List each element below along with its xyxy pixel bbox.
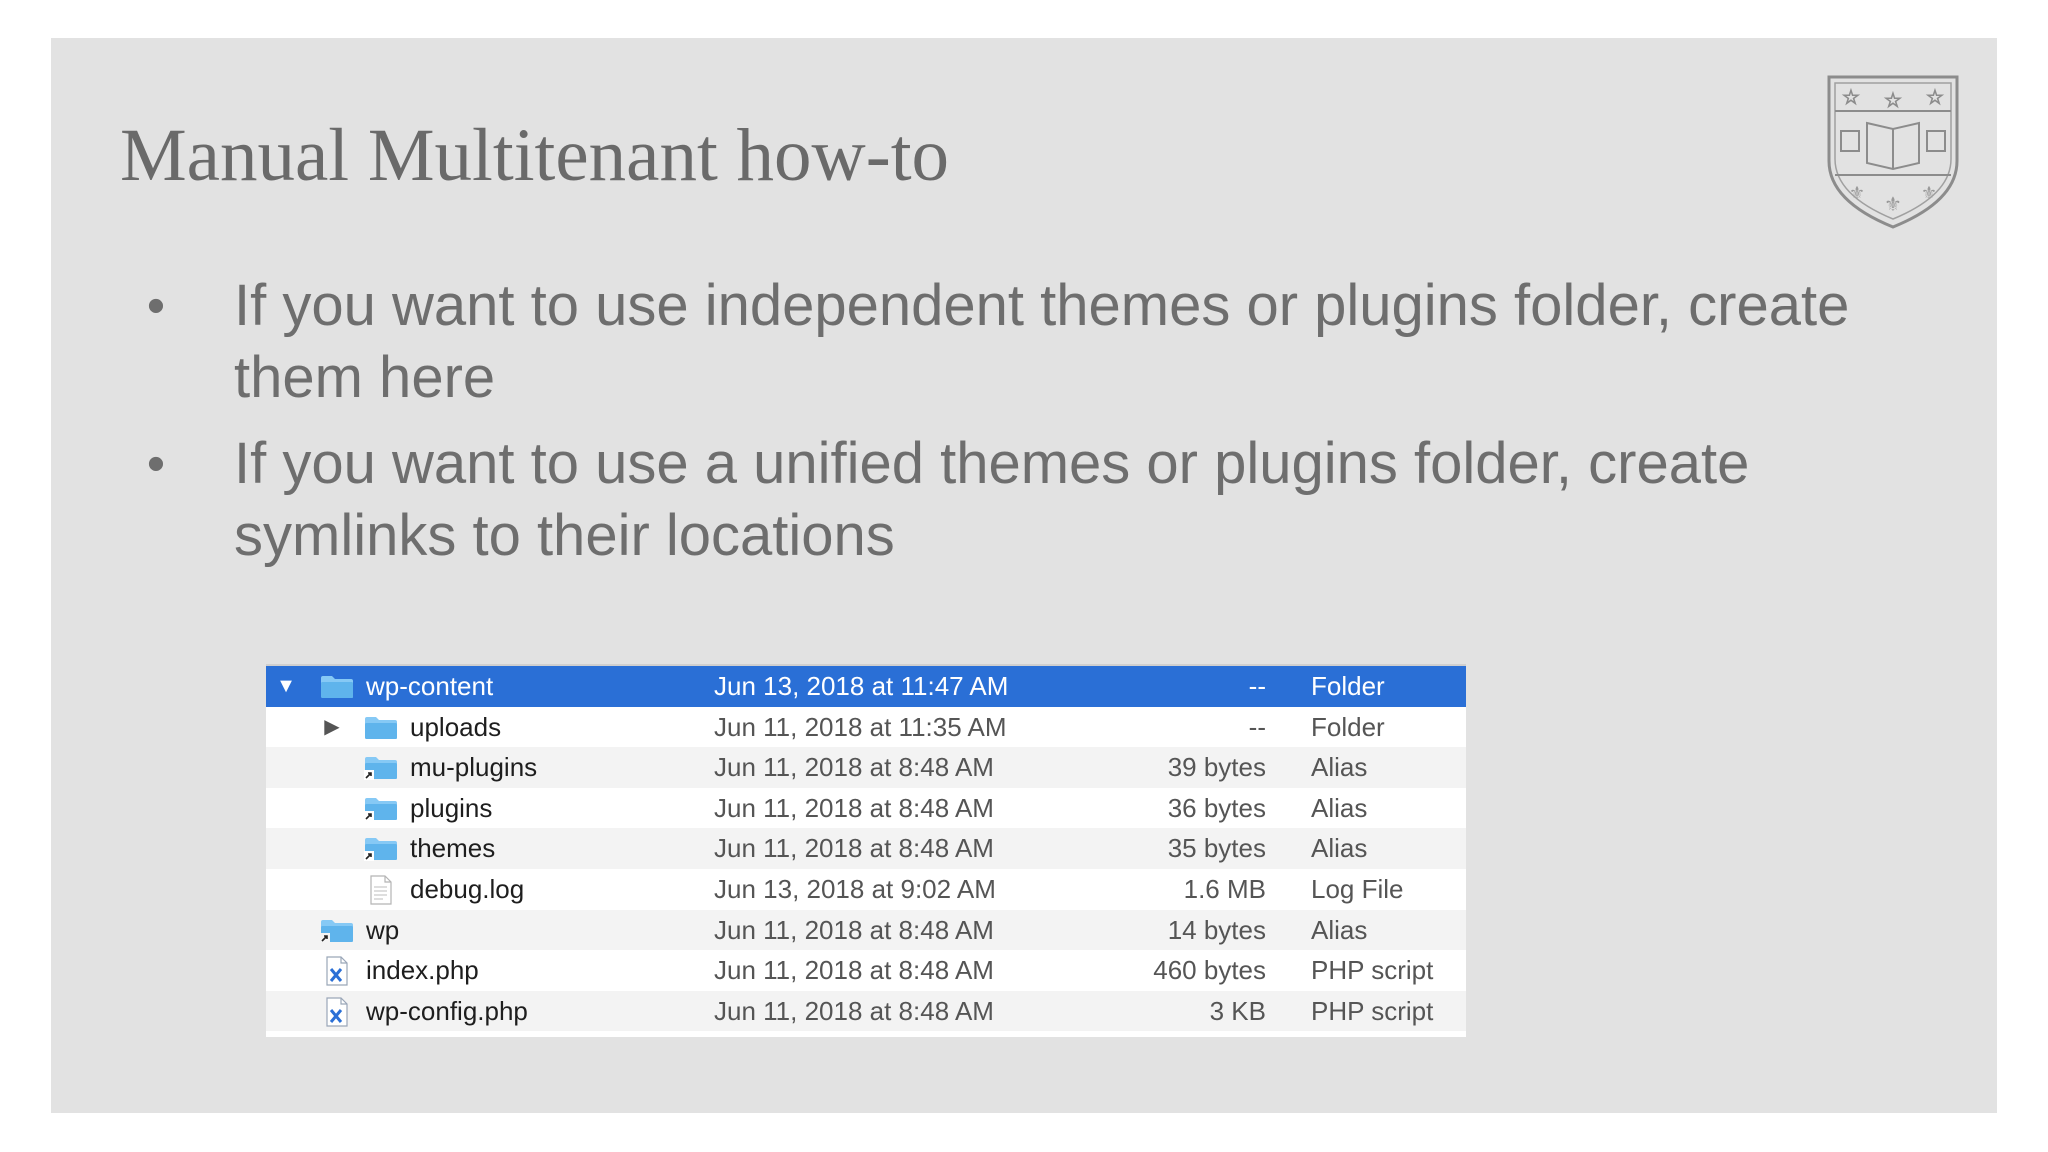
file-size: 36 bytes [1167,792,1266,823]
file-name: debug.log [410,873,525,904]
bullet-text: If you want to use a unified themes or p… [234,431,1750,568]
file-kind: Alias [1311,914,1368,945]
folder-alias-icon [320,919,353,943]
svg-text:☆: ☆ [1842,85,1860,109]
finder-row-index-php[interactable]: index.php Jun 11, 2018 at 8:48 AM 460 by… [266,950,1466,991]
document-icon [370,875,392,905]
folder-icon [321,676,353,698]
finder-row-uploads[interactable]: ▶ uploads Jun 11, 2018 at 11:35 AM -- Fo… [266,706,1466,748]
file-kind: Folder [1311,671,1385,701]
file-name: wp-content [366,671,494,701]
file-kind: Folder [1311,711,1385,742]
bullet-list: • If you want to use independent themes … [126,270,1946,586]
folder-alias-icon [364,838,397,862]
bullet-marker: • [146,277,166,335]
bullet-text: If you want to use independent themes or… [234,273,1850,410]
finder-row-plugins[interactable]: plugins Jun 11, 2018 at 8:48 AM 36 bytes… [266,787,1466,829]
file-size: 14 bytes [1167,914,1266,945]
file-size: 39 bytes [1167,752,1266,783]
finder-row-wp-content[interactable]: ▼ wp-content Jun 13, 2018 at 11:47 AM --… [266,666,1466,707]
date-modified: Jun 13, 2018 at 11:47 AM [714,671,1009,701]
file-name: mu-plugins [410,752,538,783]
finder-row-wp-config-php[interactable]: wp-config.php Jun 11, 2018 at 8:48 AM 3 … [266,990,1466,1032]
file-size: 1.6 MB [1183,873,1266,904]
file-size: -- [1248,711,1266,742]
finder-row-wp[interactable]: wp Jun 11, 2018 at 8:48 AM 14 bytes Alia… [266,909,1466,951]
file-kind: Alias [1311,752,1368,783]
slide-title: Manual Multitenant how-to [120,114,950,197]
php-file-icon [326,956,348,986]
finder-row-debug-log[interactable]: debug.log Jun 13, 2018 at 9:02 AM 1.6 MB… [266,868,1466,910]
folder-alias-icon [364,797,397,821]
university-crest-logo: ☆ ☆ ☆ ⚜ ⚜ ⚜ [1827,75,1959,229]
file-name: wp-config.php [366,995,528,1026]
php-file-icon [326,997,348,1027]
file-size: 35 bytes [1167,833,1266,864]
file-name: wp [366,914,400,945]
finder-row-themes[interactable]: themes Jun 11, 2018 at 8:48 AM 35 bytes … [266,828,1466,869]
file-size: 460 bytes [1153,955,1266,986]
file-name: themes [410,833,496,864]
disclosure-triangle-collapsed-icon[interactable]: ▶ [320,707,344,748]
svg-text:⚜: ⚜ [1884,192,1902,216]
svg-text:⚜: ⚜ [1849,183,1865,204]
date-modified: Jun 11, 2018 at 8:48 AM [714,995,994,1026]
file-kind: Alias [1311,833,1368,864]
svg-text:⚜: ⚜ [1921,183,1937,204]
date-modified: Jun 11, 2018 at 8:48 AM [714,792,994,823]
file-kind: Alias [1311,792,1368,823]
bullet-marker: • [146,435,166,493]
file-size: -- [1248,671,1266,701]
date-modified: Jun 13, 2018 at 9:02 AM [714,873,996,904]
svg-text:☆: ☆ [1884,88,1902,112]
date-modified: Jun 11, 2018 at 8:48 AM [714,752,994,783]
file-kind: PHP script [1311,955,1434,986]
date-modified: Jun 11, 2018 at 8:48 AM [714,955,994,986]
file-name: uploads [410,711,502,742]
bullet-item: • If you want to use a unified themes or… [126,428,1946,572]
finder-row-mu-plugins[interactable]: mu-plugins Jun 11, 2018 at 8:48 AM 39 by… [266,747,1466,788]
file-name: plugins [410,792,493,823]
date-modified: Jun 11, 2018 at 11:35 AM [714,711,1007,742]
disclosure-triangle-expanded-icon[interactable]: ▼ [274,666,298,707]
file-kind: Log File [1311,873,1404,904]
file-size: 3 KB [1209,995,1266,1026]
bullet-item: • If you want to use independent themes … [126,270,1946,414]
folder-alias-icon [364,757,397,781]
date-modified: Jun 11, 2018 at 8:48 AM [714,833,994,864]
folder-icon [365,716,397,739]
file-kind: PHP script [1311,995,1434,1026]
date-modified: Jun 11, 2018 at 8:48 AM [714,914,994,945]
file-name: index.php [366,955,479,986]
finder-list-view: ▼ wp-content Jun 13, 2018 at 11:47 AM --… [266,664,1466,1037]
svg-text:☆: ☆ [1926,85,1944,109]
